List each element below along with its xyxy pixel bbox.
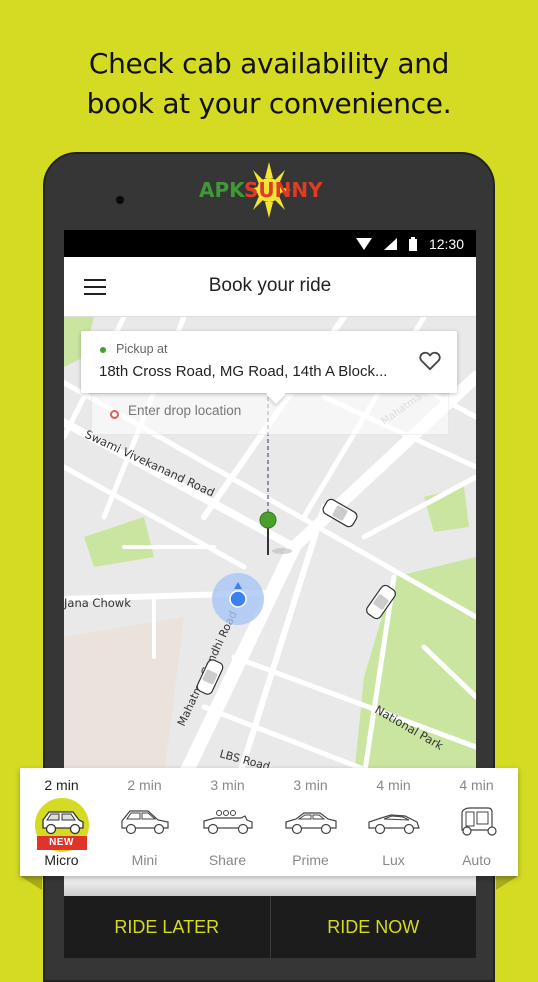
ride-option-lux[interactable]: 4 min Lux (352, 768, 435, 876)
booking-actions: RIDE LATER RIDE NOW (64, 896, 476, 958)
promo-headline: Check cab availability and book at your … (0, 44, 538, 124)
drop-dot-icon (110, 410, 119, 419)
signal-icon (383, 237, 397, 250)
ride-type-selector: 2 min NEW Micro 2 min Mini 3 min Share 3… (20, 768, 518, 876)
share-car-icon (202, 810, 253, 835)
auto-rickshaw-icon (460, 807, 497, 836)
hatchback-icon (120, 810, 169, 835)
current-location-marker[interactable] (212, 573, 264, 625)
watermark-sunny: SUNNY (244, 178, 323, 202)
ride-now-button[interactable]: RIDE NOW (271, 896, 477, 958)
new-badge: NEW (36, 836, 87, 850)
status-bar: 12:30 (64, 230, 476, 257)
ride-option-mini[interactable]: 2 min Mini (103, 768, 186, 876)
pickup-label: Pickup at (116, 342, 168, 356)
ride-option-share[interactable]: 3 min Share (186, 768, 269, 876)
lux-car-icon (367, 814, 420, 835)
page-title: Book your ride (208, 275, 332, 296)
battery-icon (408, 236, 417, 251)
ride-name: Auto (462, 852, 491, 868)
land-area (64, 617, 184, 777)
ride-name: Micro (44, 852, 79, 868)
drop-location-input[interactable] (128, 403, 428, 418)
ride-name: Mini (131, 852, 158, 868)
ride-name: Share (208, 852, 247, 868)
pickup-location-card[interactable]: Pickup at 18th Cross Road, MG Road, 14th… (81, 331, 457, 393)
ride-option-micro[interactable]: 2 min NEW Micro (20, 768, 103, 876)
ribbon-fold-left (20, 876, 42, 890)
pickup-address: 18th Cross Road, MG Road, 14th A Block..… (99, 363, 388, 380)
wifi-icon (355, 237, 372, 250)
pickup-dot-icon (100, 347, 106, 353)
ride-eta: 3 min (210, 777, 245, 793)
ride-eta: 2 min (127, 777, 162, 793)
clock: 12:30 (428, 235, 464, 252)
drop-location-field[interactable] (91, 393, 449, 435)
ride-option-prime[interactable]: 3 min Prime (269, 768, 352, 876)
front-camera (116, 196, 124, 204)
panel-shadow (64, 876, 476, 896)
ride-eta: 4 min (376, 777, 411, 793)
map-label-chowk: Jana Chowk (64, 596, 131, 610)
app-bar: Book your ride (64, 257, 476, 317)
watermark-apk: APK (199, 178, 245, 202)
ride-name: Lux (382, 852, 405, 868)
ribbon-fold-right (496, 876, 518, 890)
heart-icon[interactable] (419, 351, 441, 371)
ride-option-auto[interactable]: 4 min Auto (435, 768, 518, 876)
sedan-icon (284, 812, 337, 835)
ride-eta: 4 min (459, 777, 494, 793)
watermark-logo: APK SUNNY (197, 162, 323, 218)
ride-later-button[interactable]: RIDE LATER (64, 896, 271, 958)
micro-car-icon (41, 811, 84, 835)
headline-line-2: book at your convenience. (86, 87, 452, 120)
headline-line-1: Check cab availability and (88, 47, 450, 80)
ride-eta: 2 min (44, 777, 79, 793)
ride-name: Prime (292, 852, 329, 868)
ride-eta: 3 min (293, 777, 328, 793)
